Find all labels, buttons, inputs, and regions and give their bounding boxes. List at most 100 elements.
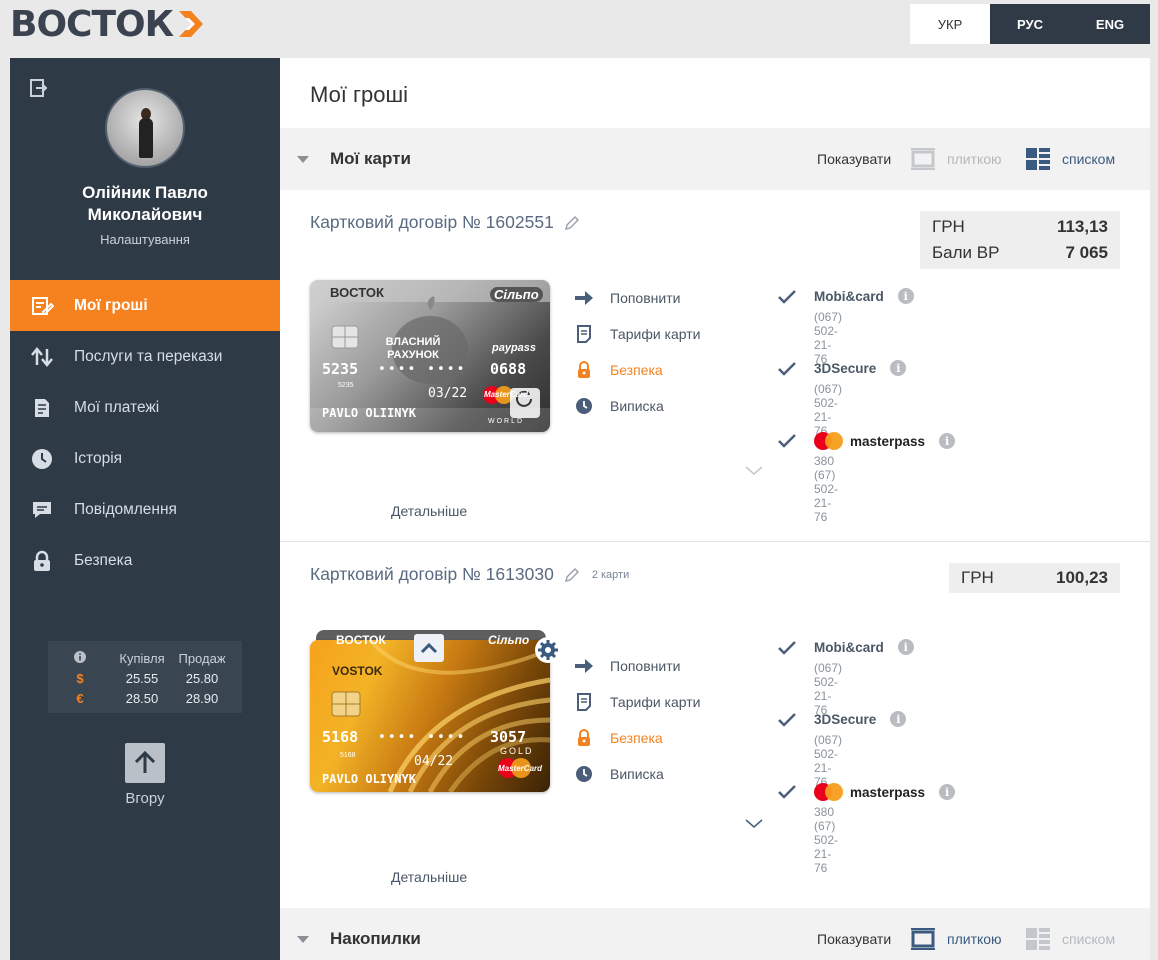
- view-list-option[interactable]: списком: [1026, 147, 1115, 171]
- sidebar-item-label: Безпека: [74, 551, 133, 569]
- bank-card-silver[interactable]: ВОСТОК Сільпо ВЛАСНИЙ РАХУНОК paypass 52…: [310, 280, 550, 432]
- card-partner: Сільпо: [490, 287, 543, 302]
- statement-action[interactable]: Виписка: [574, 388, 700, 424]
- view-list-label: списком: [1062, 151, 1116, 167]
- mastercard-logo-icon: [814, 783, 844, 801]
- view-tiles-option[interactable]: плиткою: [911, 147, 1002, 171]
- statement-action[interactable]: Виписка: [574, 756, 700, 792]
- money-icon: [30, 294, 54, 318]
- logo-text: ВОСТОК: [10, 3, 174, 45]
- page-title: Мої гроші: [310, 82, 409, 107]
- scroll-up-button[interactable]: [125, 743, 165, 783]
- check-icon: [778, 785, 796, 799]
- service-phone: (067) 502-21-76: [814, 661, 843, 717]
- arrow-right-icon: [574, 288, 594, 308]
- section-my-cards[interactable]: Мої карти Показувати плиткою списком: [280, 128, 1150, 190]
- info-icon[interactable]: i: [939, 784, 956, 800]
- info-icon: [48, 650, 112, 666]
- chevron-up-icon: [420, 642, 438, 654]
- lang-rus[interactable]: РУС: [990, 4, 1070, 44]
- card-tier: WORLD: [488, 418, 525, 425]
- info-icon[interactable]: i: [897, 639, 914, 655]
- card-settings-button[interactable]: [535, 637, 561, 663]
- contract-title-text: Картковий договір № 1602551: [310, 212, 554, 232]
- scroll-up-label[interactable]: Вгору: [10, 790, 280, 807]
- chevron-down-icon[interactable]: [745, 466, 763, 476]
- view-list-option[interactable]: списком: [1026, 927, 1115, 951]
- sidebar-item-payments[interactable]: Мої платежі: [10, 382, 280, 433]
- cards-count: 2 карти: [591, 568, 630, 581]
- rates-row-usd: $ 25.55 25.80: [48, 668, 242, 688]
- action-label: Безпека: [610, 362, 663, 378]
- avatar[interactable]: [105, 88, 185, 168]
- info-icon[interactable]: i: [897, 288, 914, 304]
- list-view-icon: [1026, 928, 1050, 950]
- card-actions: Поповнити Тарифи карти Безпека Виписка: [574, 280, 700, 424]
- service-phone: 380 (67) 502-21-76: [814, 805, 839, 875]
- card-partner: Сільпо: [488, 633, 530, 647]
- tariffs-action[interactable]: Тарифи карти: [574, 316, 700, 352]
- edit-pencil-icon[interactable]: [564, 215, 580, 231]
- lang-eng[interactable]: ENG: [1070, 4, 1150, 44]
- rate-sell: 25.80: [185, 670, 219, 686]
- info-icon[interactable]: i: [890, 711, 907, 727]
- balance-amount: 113,13: [1056, 217, 1108, 236]
- arrow-right-icon: [574, 656, 594, 676]
- bonus-amount: 7 065: [1065, 243, 1108, 262]
- edit-pencil-icon[interactable]: [564, 567, 580, 583]
- sidebar-item-messages[interactable]: Повідомлення: [10, 484, 280, 535]
- sidebar-item-label: Повідомлення: [74, 500, 177, 518]
- logo[interactable]: ВОСТОК: [10, 3, 205, 45]
- card-tier: GOLD: [500, 746, 534, 756]
- logo-arrow-icon: [179, 11, 204, 37]
- card-actions: Поповнити Тарифи карти Безпека Виписка: [574, 648, 700, 792]
- action-label: Поповнити: [610, 658, 681, 674]
- topup-action[interactable]: Поповнити: [574, 648, 700, 684]
- security-action[interactable]: Безпека: [574, 352, 700, 388]
- view-tiles-label: плиткою: [947, 151, 1002, 167]
- arrow-up-icon: [134, 750, 156, 773]
- collapse-arrow-icon[interactable]: [297, 156, 309, 163]
- sidebar-item-security[interactable]: Безпека: [10, 535, 280, 586]
- collapse-arrow-icon[interactable]: [297, 936, 309, 943]
- sidebar-item-services[interactable]: Послуги та перекази: [10, 331, 280, 382]
- view-tiles-option[interactable]: плиткою: [911, 927, 1002, 951]
- check-icon: [778, 290, 796, 304]
- sidebar-item-my-money[interactable]: Мої гроші: [10, 280, 280, 331]
- show-label: Показувати: [817, 151, 892, 167]
- rate-sell: 28.90: [185, 690, 219, 706]
- card-bin: 5235: [338, 382, 354, 389]
- exit-icon[interactable]: [28, 78, 48, 98]
- card-bin: 5168: [340, 752, 356, 759]
- tiles-view-icon: [911, 148, 935, 170]
- service-name: 3DSecure: [814, 711, 877, 727]
- lang-ukr[interactable]: УКР: [910, 4, 990, 44]
- tariffs-action[interactable]: Тарифи карти: [574, 684, 700, 720]
- list-view-icon: [1026, 148, 1050, 170]
- details-link[interactable]: Детальніше: [391, 869, 467, 885]
- card-number-last: 0688: [490, 360, 527, 378]
- gear-icon: [538, 640, 558, 660]
- service-name: masterpass: [850, 433, 926, 449]
- bonus-label: Бали ВР: [932, 243, 1000, 262]
- settings-link[interactable]: Налаштування: [10, 232, 280, 247]
- info-icon[interactable]: i: [890, 360, 907, 376]
- action-label: Поповнити: [610, 290, 681, 306]
- chevron-down-icon[interactable]: [745, 819, 763, 829]
- topup-action[interactable]: Поповнити: [574, 280, 700, 316]
- section-savings[interactable]: Накопилки Показувати плиткою списком: [280, 908, 1150, 960]
- card-brand: ВОСТОК: [336, 633, 386, 647]
- sidebar-item-history[interactable]: Історія: [10, 433, 280, 484]
- info-icon[interactable]: i: [939, 433, 956, 449]
- mastercard-logo-icon: [814, 432, 844, 450]
- exchange-rates: Купівля Продаж $ 25.55 25.80 € 28.50 28.…: [48, 641, 242, 713]
- rates-buy-header: Купівля: [119, 650, 165, 666]
- transfer-icon: [30, 345, 54, 369]
- contract-title-text: Картковий договір № 1613030: [310, 564, 554, 584]
- bank-card-gold[interactable]: VOSTOK 5168 •••• •••• 3057 GOLD 5168 04/…: [310, 640, 550, 792]
- card-switch-up-button[interactable]: [414, 634, 444, 662]
- action-label: Тарифи карти: [610, 326, 701, 342]
- card-holder: PAVLO OLIYNYK: [322, 772, 416, 786]
- details-link[interactable]: Детальніше: [391, 503, 467, 519]
- security-action[interactable]: Безпека: [574, 720, 700, 756]
